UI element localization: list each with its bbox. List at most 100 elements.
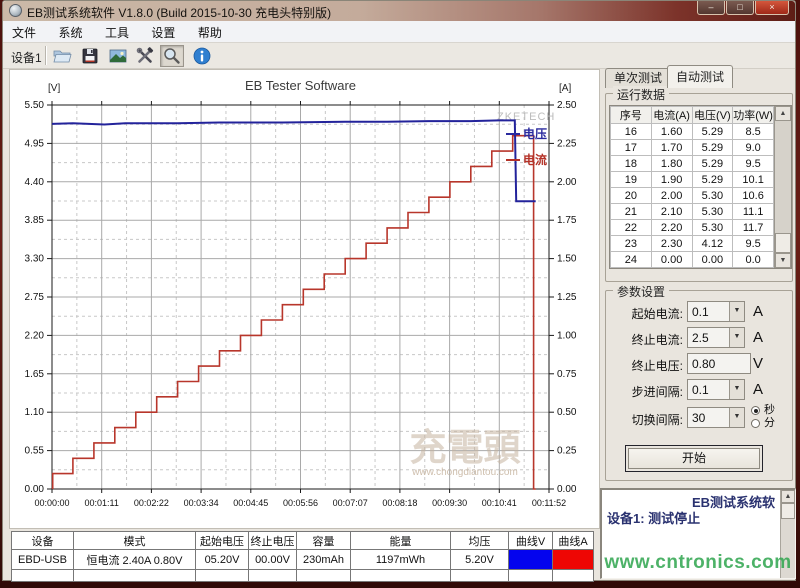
- menu-item-settings[interactable]: 设置: [142, 21, 184, 44]
- log-line-2: 设备1: 测试停止: [607, 508, 700, 527]
- bottom-table-header-cell: 能量: [351, 532, 451, 550]
- tools-button[interactable]: [133, 45, 157, 67]
- end-voltage-input[interactable]: 0.80: [687, 353, 751, 374]
- svg-text:00:07:07: 00:07:07: [333, 498, 368, 508]
- scroll-up-icon[interactable]: ▲: [775, 106, 791, 121]
- run-data-cell: 16: [611, 124, 652, 140]
- scroll-down-icon[interactable]: ▼: [775, 253, 791, 268]
- param-unit: V: [753, 355, 763, 372]
- run-data-cell: 5.29: [692, 140, 733, 156]
- radio-dot-icon: [751, 406, 760, 415]
- param-unit: A: [753, 329, 763, 346]
- menu-item-tools[interactable]: 工具: [96, 21, 138, 44]
- info-button[interactable]: [190, 45, 214, 67]
- run-data-cell: 1.70: [651, 140, 692, 156]
- chevron-down-icon[interactable]: ▼: [729, 328, 744, 347]
- menu-item-system[interactable]: 系统: [49, 21, 91, 44]
- bottom-table-header-cell: 曲线A: [553, 532, 594, 550]
- svg-text:[A]: [A]: [559, 83, 571, 94]
- run-data-row[interactable]: 212.105.3011.1: [611, 204, 774, 220]
- menu-item-file[interactable]: 文件: [3, 21, 45, 44]
- curve-a-swatch[interactable]: [553, 550, 594, 570]
- start-button[interactable]: 开始: [628, 448, 760, 469]
- step-interval-combo[interactable]: 0.1 ▼: [687, 379, 745, 400]
- run-data-row[interactable]: 222.205.3011.7: [611, 220, 774, 236]
- bottom-table-row: EBD-USB 恒电流 2.40A 0.80V 05.20V 00.00V 23…: [12, 550, 594, 570]
- open-folder-button[interactable]: [50, 45, 74, 67]
- run-data-row[interactable]: 181.805.299.5: [611, 156, 774, 172]
- zoom-button[interactable]: [160, 45, 184, 67]
- avg-voltage-cell: 5.20V: [451, 550, 509, 570]
- run-data-cell: 5.30: [692, 220, 733, 236]
- menu-item-help[interactable]: 帮助: [189, 21, 231, 44]
- svg-text:00:08:18: 00:08:18: [382, 498, 417, 508]
- param-row-switch-interval: 切换间隔: 30 ▼ 秒 分: [609, 407, 795, 429]
- end-current-combo[interactable]: 2.5 ▼: [687, 327, 745, 348]
- run-data-row[interactable]: 232.304.129.5: [611, 236, 774, 252]
- maximize-button[interactable]: □: [726, 1, 754, 15]
- svg-text:2.25: 2.25: [557, 138, 577, 149]
- save-icon: [80, 46, 100, 66]
- svg-text:00:01:11: 00:01:11: [85, 498, 119, 508]
- save-button[interactable]: [78, 45, 102, 67]
- svg-text:5.50: 5.50: [25, 100, 45, 111]
- radio-seconds[interactable]: 秒: [751, 404, 795, 417]
- scrollbar-thumb[interactable]: [781, 503, 795, 519]
- bottom-table-empty-cell: [351, 570, 451, 582]
- run-data-cell: 10.6: [733, 188, 774, 204]
- svg-text:1.50: 1.50: [557, 254, 577, 265]
- svg-text:00:09:30: 00:09:30: [432, 498, 467, 508]
- svg-text:00:02:22: 00:02:22: [134, 498, 169, 508]
- param-unit: A: [753, 381, 763, 398]
- run-data-cell: 0.00: [651, 252, 692, 268]
- run-data-row[interactable]: 171.705.299.0: [611, 140, 774, 156]
- svg-text:4.40: 4.40: [25, 177, 45, 188]
- chevron-down-icon[interactable]: ▼: [729, 408, 744, 427]
- svg-text:www.chongdiantou.com: www.chongdiantou.com: [411, 467, 518, 478]
- run-data-cell: 22: [611, 220, 652, 236]
- scrollbar-thumb[interactable]: [775, 233, 791, 253]
- svg-text:电流: 电流: [523, 152, 547, 167]
- switch-interval-combo[interactable]: 30 ▼: [687, 407, 745, 428]
- svg-text:3.85: 3.85: [25, 215, 45, 226]
- run-data-column-header: 序号: [611, 107, 652, 124]
- minimize-button[interactable]: –: [697, 1, 725, 15]
- svg-text:2.20: 2.20: [25, 330, 45, 341]
- bottom-table-header-cell: 均压: [451, 532, 509, 550]
- tab-single-test[interactable]: 单次测试: [605, 68, 671, 88]
- params-group-label: 参数设置: [613, 283, 669, 300]
- scroll-up-icon[interactable]: ▲: [781, 490, 795, 503]
- run-data-cell: 5.30: [692, 204, 733, 220]
- curve-v-swatch[interactable]: [509, 550, 553, 570]
- bottom-table-header-cell: 曲线V: [509, 532, 553, 550]
- export-image-button[interactable]: [106, 45, 130, 67]
- run-data-cell: 5.29: [692, 124, 733, 140]
- radio-minutes[interactable]: 分: [751, 417, 795, 430]
- run-data-scrollbar[interactable]: ▲ ▼: [774, 106, 791, 268]
- start-voltage-cell: 05.20V: [196, 550, 249, 570]
- run-data-row[interactable]: 161.605.298.5: [611, 124, 774, 140]
- run-data-cell: 5.29: [692, 172, 733, 188]
- run-data-cell: 2.10: [651, 204, 692, 220]
- bottom-table-empty-cell: [509, 570, 553, 582]
- run-data-row[interactable]: 240.000.000.0: [611, 252, 774, 268]
- bottom-table: 设备模式起始电压终止电压容量能量均压曲线V曲线A EBD-USB 恒电流 2.4…: [11, 531, 594, 582]
- start-current-combo[interactable]: 0.1 ▼: [687, 301, 745, 322]
- energy-cell: 1197mWh: [351, 550, 451, 570]
- svg-text:2.75: 2.75: [25, 292, 45, 303]
- run-data-cell: 9.0: [733, 140, 774, 156]
- open-folder-icon: [52, 46, 72, 66]
- run-data-row[interactable]: 202.005.3010.6: [611, 188, 774, 204]
- interval-unit-radio-group: 秒 分: [751, 404, 795, 430]
- chevron-down-icon[interactable]: ▼: [729, 380, 744, 399]
- run-data-cell: 0.00: [692, 252, 733, 268]
- chevron-down-icon[interactable]: ▼: [729, 302, 744, 321]
- tab-auto-test[interactable]: 自动测试: [667, 65, 733, 88]
- run-data-row[interactable]: 191.905.2910.1: [611, 172, 774, 188]
- close-button[interactable]: ×: [755, 1, 789, 15]
- svg-text:充電頭: 充電頭: [410, 427, 522, 468]
- svg-text:00:04:45: 00:04:45: [233, 498, 268, 508]
- svg-text:[V]: [V]: [48, 83, 60, 94]
- bottom-table-empty-cell: [249, 570, 297, 582]
- bottom-table-header-cell: 设备: [12, 532, 74, 550]
